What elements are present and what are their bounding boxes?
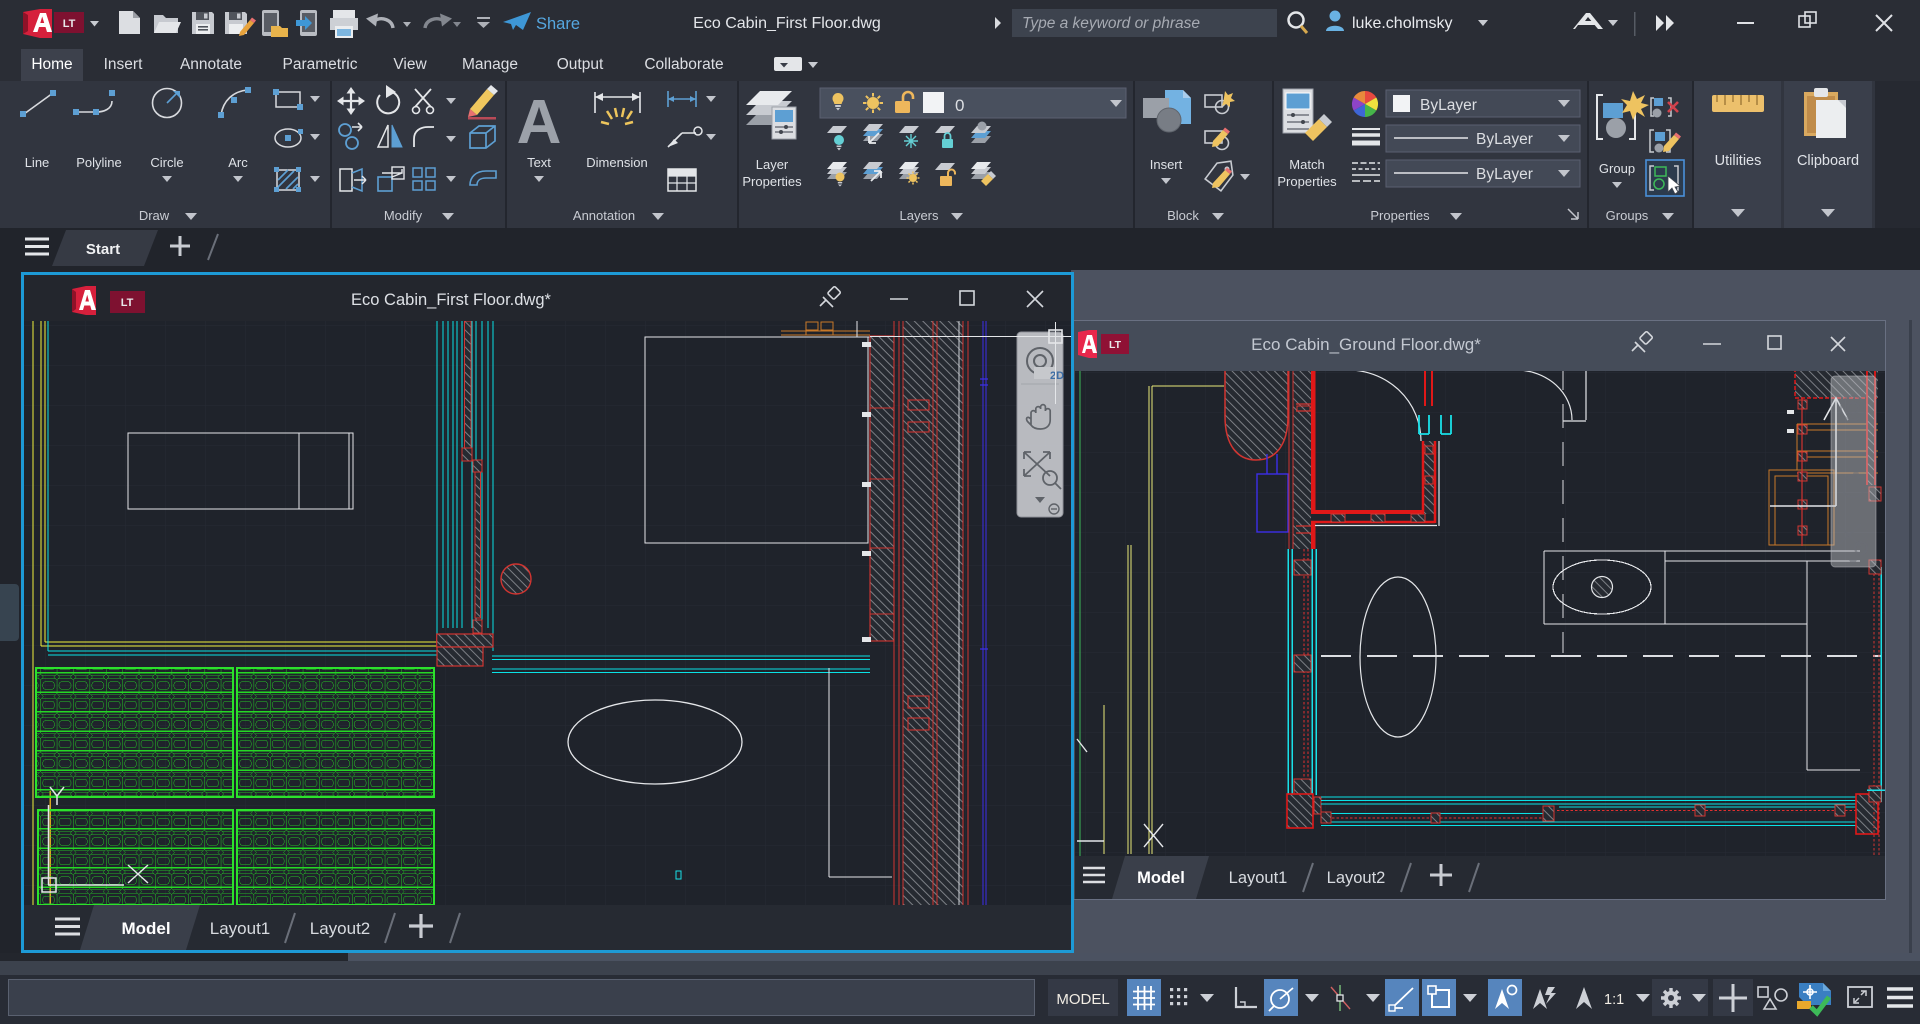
svg-text:MODEL: MODEL	[1056, 991, 1109, 1008]
svg-text:Model: Model	[121, 919, 170, 938]
svg-text:Share: Share	[536, 15, 580, 33]
svg-text:LT: LT	[63, 18, 76, 30]
svg-text:Annotation: Annotation	[573, 208, 635, 223]
svg-text:Type a keyword or phrase: Type a keyword or phrase	[1022, 15, 1200, 32]
svg-text:Layers: Layers	[899, 208, 939, 223]
svg-text:Group: Group	[1599, 161, 1635, 176]
svg-text:Properties: Properties	[742, 174, 802, 189]
svg-text:Circle: Circle	[150, 155, 183, 170]
svg-text:Model: Model	[1137, 869, 1185, 887]
svg-text:Layout1: Layout1	[1229, 869, 1288, 887]
svg-text:Properties: Properties	[1370, 208, 1430, 223]
svg-text:Eco Cabin_First Floor.dwg*: Eco Cabin_First Floor.dwg*	[351, 291, 551, 309]
svg-text:Groups: Groups	[1606, 208, 1649, 223]
svg-text:Polyline: Polyline	[76, 155, 122, 170]
svg-text:Modify: Modify	[384, 208, 423, 223]
svg-text:ByLayer: ByLayer	[1476, 166, 1533, 183]
svg-text:2D: 2D	[1050, 370, 1064, 382]
svg-text:Start: Start	[86, 241, 120, 258]
svg-text:Insert: Insert	[1150, 157, 1183, 172]
svg-text:Text: Text	[527, 155, 551, 170]
svg-text:Layout2: Layout2	[1327, 869, 1386, 887]
svg-text:Eco Cabin_Ground Floor.dwg*: Eco Cabin_Ground Floor.dwg*	[1251, 335, 1481, 354]
svg-text:Layer: Layer	[756, 157, 789, 172]
svg-text:luke.cholmsky: luke.cholmsky	[1352, 15, 1452, 32]
svg-text:Line: Line	[25, 155, 50, 170]
svg-text:Block: Block	[1167, 208, 1199, 223]
svg-text:ByLayer: ByLayer	[1476, 131, 1533, 148]
svg-text:Layout1: Layout1	[210, 919, 271, 938]
svg-text:LT: LT	[121, 297, 134, 309]
svg-text:1:1: 1:1	[1604, 992, 1624, 1008]
svg-text:Layout2: Layout2	[310, 919, 371, 938]
svg-text:Arc: Arc	[228, 155, 248, 170]
svg-text:LT: LT	[1109, 339, 1122, 351]
svg-text:Dimension: Dimension	[586, 155, 647, 170]
svg-text:Clipboard: Clipboard	[1797, 153, 1859, 169]
svg-text:Properties: Properties	[1277, 174, 1337, 189]
svg-text:Match: Match	[1289, 157, 1324, 172]
svg-text:Utilities: Utilities	[1715, 153, 1762, 169]
svg-text:ByLayer: ByLayer	[1420, 97, 1477, 114]
svg-text:Draw: Draw	[139, 208, 170, 223]
svg-text:A: A	[517, 88, 562, 157]
svg-text:0: 0	[955, 96, 964, 115]
svg-text:Eco Cabin_First Floor.dwg: Eco Cabin_First Floor.dwg	[693, 15, 881, 32]
